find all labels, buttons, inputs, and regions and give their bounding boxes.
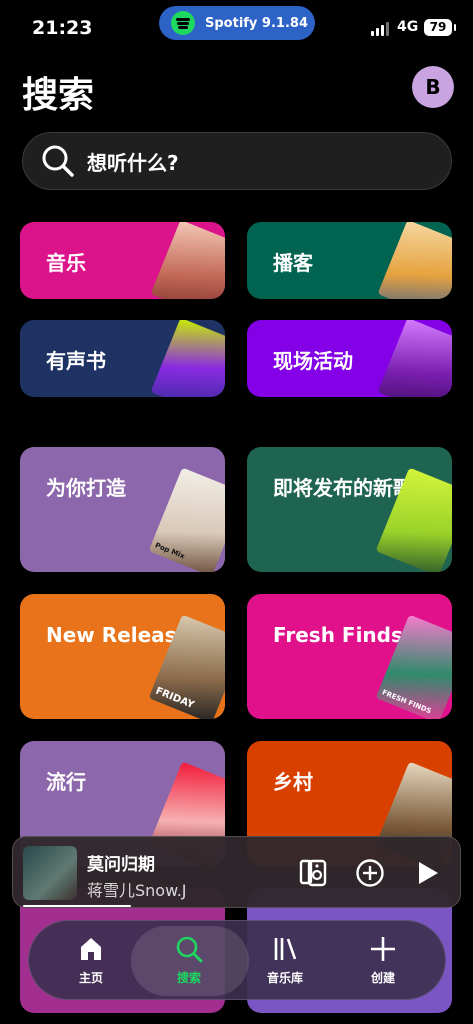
- island-label: Spotify 9.1.84: [205, 15, 308, 31]
- tab-label: 主页: [78, 971, 103, 985]
- category-card-made-for-you[interactable]: 为你打造 Pop Mix: [20, 447, 225, 572]
- page-title: 搜索: [22, 75, 95, 116]
- search-input[interactable]: 想听什么?: [22, 132, 452, 190]
- category-card-music[interactable]: 音乐: [20, 222, 225, 299]
- mini-player[interactable]: 莫问归期 蒋雪儿Snow.J: [12, 836, 461, 908]
- play-icon[interactable]: [411, 857, 443, 889]
- category-card-new-releases[interactable]: New Releases FRIDAY: [20, 594, 225, 719]
- add-to-library-icon[interactable]: [354, 857, 386, 889]
- tab-label: 搜索: [176, 971, 201, 985]
- network-type: 4G: [397, 19, 419, 35]
- search-icon: [42, 145, 74, 177]
- search-placeholder: 想听什么?: [87, 150, 179, 175]
- battery-icon: 79: [424, 19, 456, 36]
- category-card-fresh-finds[interactable]: Fresh Finds FRESH FINDS: [247, 594, 452, 719]
- cellular-signal-icon: [371, 22, 389, 36]
- category-card-upcoming-releases[interactable]: 即将发布的新歌: [247, 447, 452, 572]
- artwork-caption: FRESH FINDS: [380, 688, 433, 716]
- playback-progress-bar: [23, 905, 131, 907]
- track-artist: 蒋雪儿Snow.J: [87, 881, 187, 900]
- album-cover: [23, 846, 77, 900]
- dynamic-island-now-playing[interactable]: Spotify 9.1.84: [159, 6, 315, 40]
- status-time: 21:23: [32, 17, 93, 39]
- plus-icon: [371, 937, 395, 961]
- tab-label: 创建: [370, 971, 395, 985]
- connect-device-icon[interactable]: [297, 857, 329, 889]
- tab-search[interactable]: 搜索: [129, 921, 249, 1001]
- track-title: 莫问归期: [87, 855, 155, 875]
- profile-avatar[interactable]: B: [412, 66, 454, 108]
- tab-create[interactable]: 创建: [333, 921, 433, 1001]
- tab-label: 音乐库: [266, 971, 303, 985]
- bottom-tab-bar: 主页 搜索 音乐库 创建: [28, 920, 446, 1000]
- category-card-audiobooks[interactable]: 有声书: [20, 320, 225, 397]
- tab-home[interactable]: 主页: [41, 921, 141, 1001]
- status-bar: 21:23 Spotify 9.1.84 4G 79: [0, 0, 473, 58]
- category-card-live-events[interactable]: 现场活动: [247, 320, 452, 397]
- category-card-podcasts[interactable]: 播客: [247, 222, 452, 299]
- search-icon: [176, 936, 203, 963]
- artwork-caption: Pop Mix: [153, 541, 186, 561]
- home-icon: [81, 938, 101, 960]
- tab-library[interactable]: 音乐库: [235, 921, 335, 1001]
- spotify-logo-icon: [171, 11, 195, 35]
- library-icon: [274, 938, 297, 960]
- artwork-caption: FRIDAY: [153, 685, 196, 711]
